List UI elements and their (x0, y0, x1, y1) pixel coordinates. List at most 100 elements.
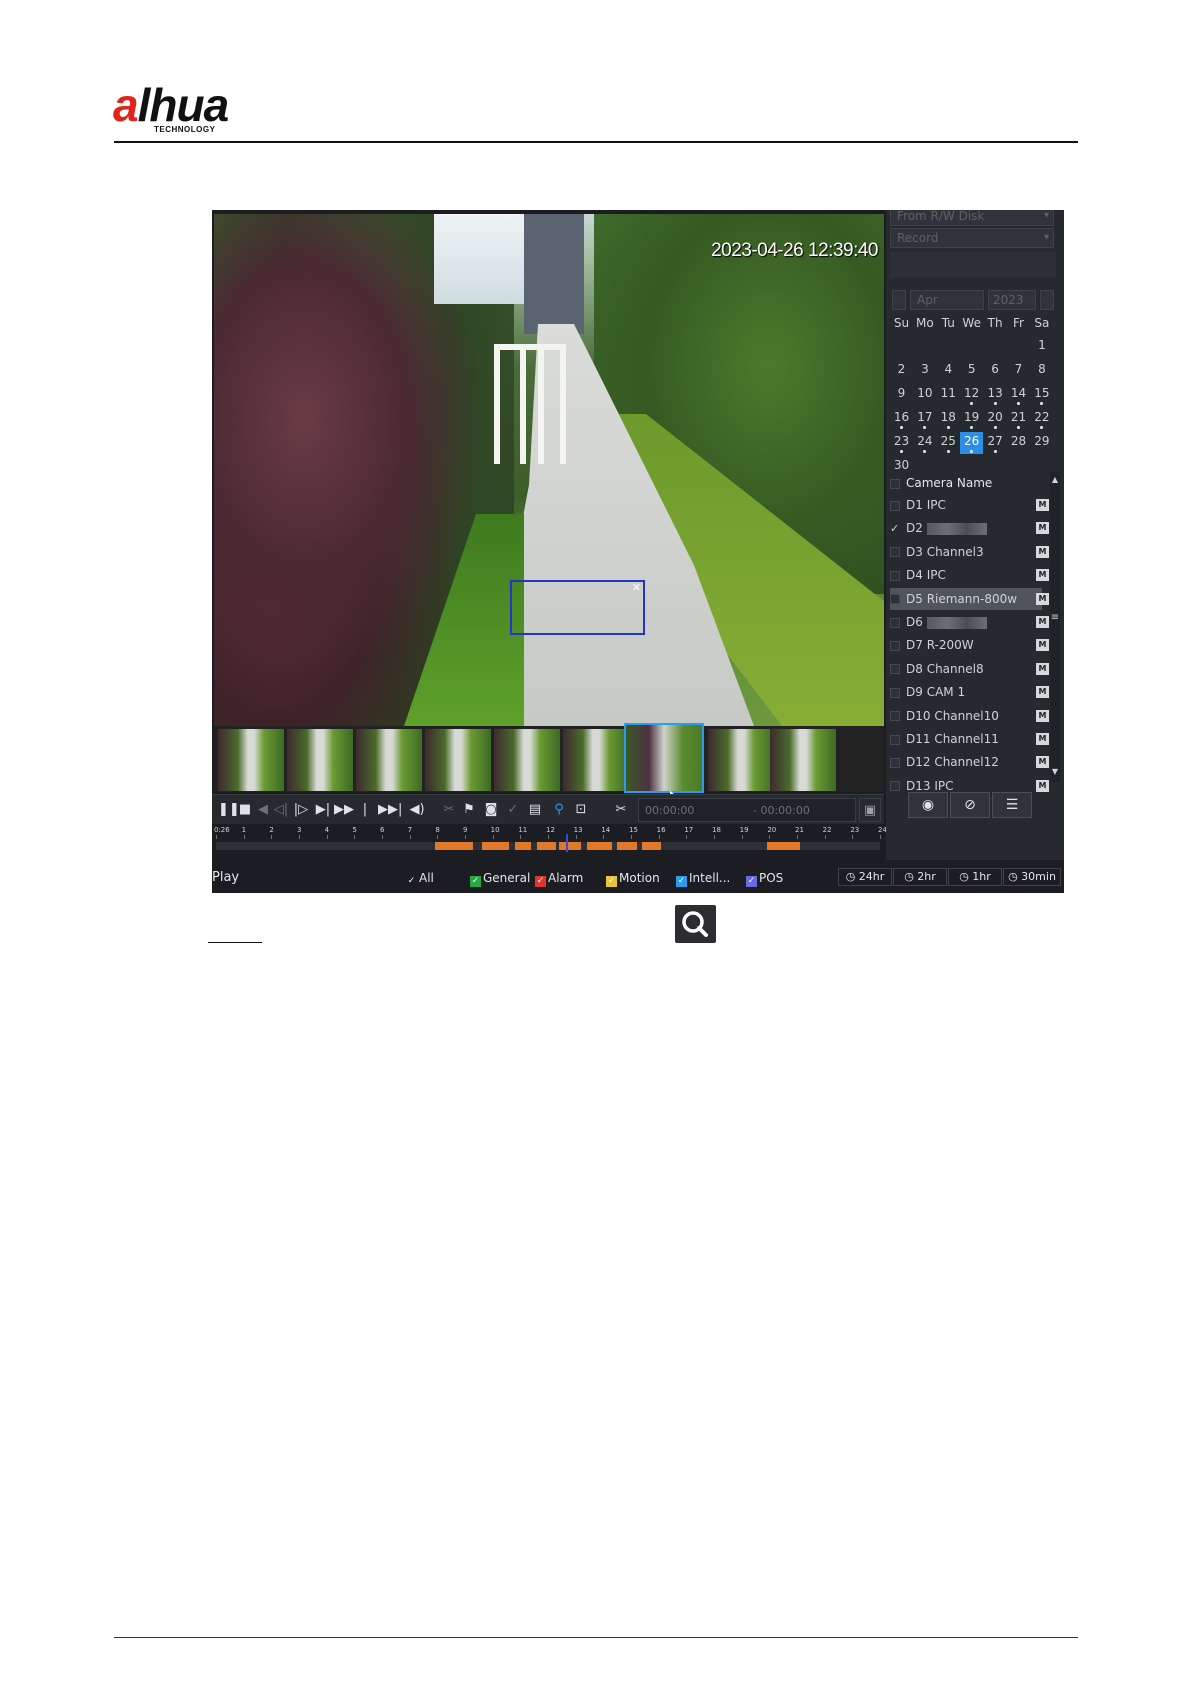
camera-row[interactable]: D8 Channel8 M (890, 658, 1049, 680)
calendar-day[interactable]: 4 (937, 360, 960, 378)
scissors-icon[interactable]: ✂ (612, 800, 630, 820)
clip-range[interactable]: 00:00:00 - 00:00:00 (638, 798, 856, 822)
calendar-day[interactable]: 3 (913, 360, 936, 378)
time-scale-30min[interactable]: ◷ 30min (1003, 868, 1061, 886)
camera-mode-button[interactable]: M (1036, 616, 1049, 628)
prev-month-button[interactable] (892, 290, 906, 310)
legend-alarm[interactable]: ✓ Alarm (535, 871, 583, 887)
calendar-day[interactable]: 22 (1030, 408, 1053, 429)
calendar-day[interactable]: 14 (1007, 384, 1030, 405)
camera-row[interactable]: D5 Riemann-800w M (890, 587, 1049, 610)
camera-checkbox[interactable] (890, 500, 900, 511)
camera-checkbox[interactable] (890, 640, 900, 651)
camera-mode-button[interactable]: M (1036, 662, 1049, 675)
calendar-day-selected[interactable]: 26 (960, 432, 984, 454)
camera-checkbox[interactable] (890, 711, 900, 722)
stop-icon[interactable]: ■ (236, 800, 254, 820)
select-all-checkbox[interactable] (890, 478, 900, 489)
camera-row[interactable]: D1 IPC M (890, 494, 1049, 516)
camera-row[interactable]: D10 Channel10 M (890, 705, 1049, 727)
calendar-day[interactable]: 9 (890, 384, 913, 402)
recording-segment[interactable] (617, 842, 637, 850)
time-scale-1hr[interactable]: ◷ 1hr (948, 868, 1002, 886)
smart-search-off-icon[interactable]: ⊘ (950, 792, 990, 818)
file-list-icon[interactable]: ☰ (992, 792, 1032, 818)
thumbnail[interactable] (770, 729, 836, 791)
calendar-day[interactable]: 10 (913, 384, 936, 402)
sync-play-icon[interactable]: ◉ (908, 792, 948, 818)
camera-row[interactable]: ✓ D2 M (890, 517, 1049, 540)
camera-checkbox[interactable] (890, 664, 900, 675)
next-frame-icon[interactable]: |▷ (292, 800, 310, 820)
smart-search-icon[interactable]: ▤ (526, 800, 544, 820)
legend-checkbox[interactable]: ✓ (406, 876, 417, 887)
calendar-day[interactable]: 18 (937, 408, 960, 429)
camera-checkbox[interactable] (890, 734, 900, 745)
camera-checkbox[interactable] (890, 547, 900, 558)
camera-row[interactable]: D6 M (890, 611, 1049, 633)
scroll-down-icon[interactable]: ▼ (1050, 766, 1060, 778)
next-month-button[interactable] (1040, 290, 1054, 310)
clip-start-time[interactable]: 00:00:00 (645, 802, 694, 820)
camera-mode-button[interactable]: M (1036, 522, 1049, 535)
calendar-day[interactable]: 24 (913, 432, 936, 453)
camera-row[interactable]: D11 Channel11 M (890, 728, 1049, 750)
camera-mode-button[interactable]: M (1036, 592, 1049, 605)
camera-checkbox[interactable] (890, 757, 900, 768)
month-select[interactable]: Apr (910, 290, 984, 310)
calendar-day[interactable]: 1 (1030, 336, 1053, 354)
recording-segment[interactable] (434, 842, 474, 850)
camera-checkbox[interactable] (890, 570, 900, 581)
recording-segment[interactable] (559, 842, 582, 850)
calendar-day[interactable]: 6 (984, 360, 1007, 378)
legend-checkbox[interactable]: ✓ (535, 876, 546, 887)
ai-search-icon[interactable]: ⚲ (550, 800, 568, 820)
time-scale-2hr[interactable]: ◷ 2hr (893, 868, 947, 886)
calendar-day[interactable]: 15 (1030, 384, 1053, 405)
calendar-day[interactable]: 21 (1007, 408, 1030, 429)
thumbnail[interactable] (218, 729, 284, 791)
legend-all[interactable]: ✓ All (406, 871, 434, 887)
legend-checkbox[interactable]: ✓ (606, 876, 617, 887)
calendar-day[interactable]: 16 (890, 408, 913, 429)
thumbnail[interactable] (356, 729, 422, 791)
year-select[interactable]: 2023 (988, 290, 1036, 310)
calendar-day[interactable]: 17 (913, 408, 936, 429)
source-dropdown[interactable]: From R/W Disk (890, 210, 1054, 226)
recording-segment[interactable] (642, 842, 662, 850)
legend-checkbox[interactable]: ✓ (676, 876, 687, 887)
tag-icon[interactable]: ⚑ (460, 800, 478, 820)
checkmark-icon[interactable]: ✓ (890, 518, 900, 540)
zoom-icon[interactable]: ⊡ (572, 800, 590, 820)
calendar-day[interactable]: 28 (1007, 432, 1030, 450)
camera-mode-button[interactable]: M (1036, 545, 1049, 558)
calendar-day[interactable]: 13 (984, 384, 1007, 405)
calendar-day[interactable]: 5 (960, 360, 983, 378)
legend-checkbox[interactable]: ✓ (746, 876, 757, 887)
clip-end-time[interactable]: - 00:00:00 (753, 802, 810, 820)
thumbnail-selected[interactable] (624, 723, 704, 793)
recording-segment[interactable] (586, 842, 612, 850)
legend-checkbox[interactable]: ✓ (470, 876, 481, 887)
fast-forward-icon[interactable]: ▶▶ (334, 800, 354, 820)
volume-icon[interactable]: ◀) (408, 800, 426, 820)
calendar-day[interactable]: 27 (984, 432, 1007, 453)
calendar-day[interactable]: 20 (984, 408, 1007, 429)
recording-segment[interactable] (766, 842, 800, 850)
camera-mode-button[interactable]: M (1036, 686, 1049, 699)
prev-record-icon[interactable]: |◀◀ (356, 800, 376, 837)
record-type-dropdown[interactable]: Record (890, 228, 1054, 248)
calendar-day[interactable]: 19 (960, 408, 983, 429)
clip-cut-icon[interactable]: ✂ (440, 800, 458, 820)
thumbnail[interactable] (287, 729, 353, 791)
timeline[interactable]: 0:26 1 2 3 4 5 6 7 8 9 10 11 12 13 14 15 16 17 18 19 20 21 22 2… (212, 824, 887, 854)
calendar-day[interactable]: 11 (937, 384, 960, 402)
thumbnail[interactable] (425, 729, 491, 791)
scroll-handle-icon[interactable]: ≡ (1050, 612, 1060, 626)
camera-row[interactable]: D4 IPC M (890, 564, 1049, 586)
camera-row[interactable]: D9 CAM 1 M (890, 681, 1049, 703)
camera-checkbox[interactable] (890, 781, 900, 792)
camera-mode-button[interactable]: M (1036, 569, 1049, 582)
recording-segment[interactable] (481, 842, 510, 850)
camera-mode-button[interactable]: M (1036, 639, 1049, 652)
